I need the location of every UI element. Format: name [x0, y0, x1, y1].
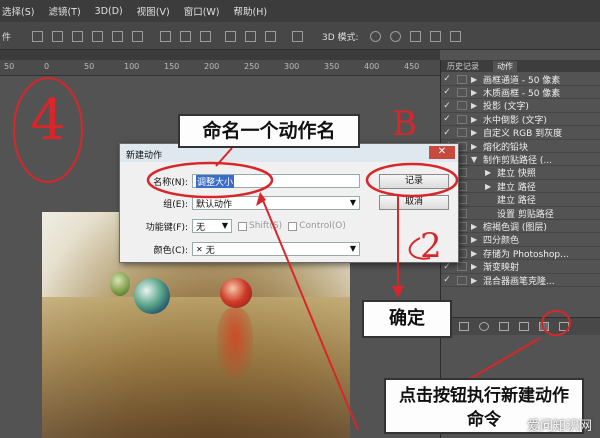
callout-confirm: 确定	[362, 300, 452, 338]
arrow-long	[261, 197, 359, 431]
handwritten-4: 4	[30, 88, 66, 153]
new-action-button-circle	[541, 310, 571, 336]
handwritten-b: B	[392, 104, 417, 144]
watermark: 爱问知识网	[526, 419, 592, 434]
arrow-head	[392, 286, 404, 298]
name-field-circle	[146, 161, 274, 199]
annotation-overlay	[13, 77, 571, 431]
callout-name-action: 命名一个动作名	[178, 114, 360, 148]
record-button-circle	[365, 162, 459, 198]
handwritten-2: 2	[420, 226, 442, 266]
arrow-to-new-action	[467, 337, 541, 381]
